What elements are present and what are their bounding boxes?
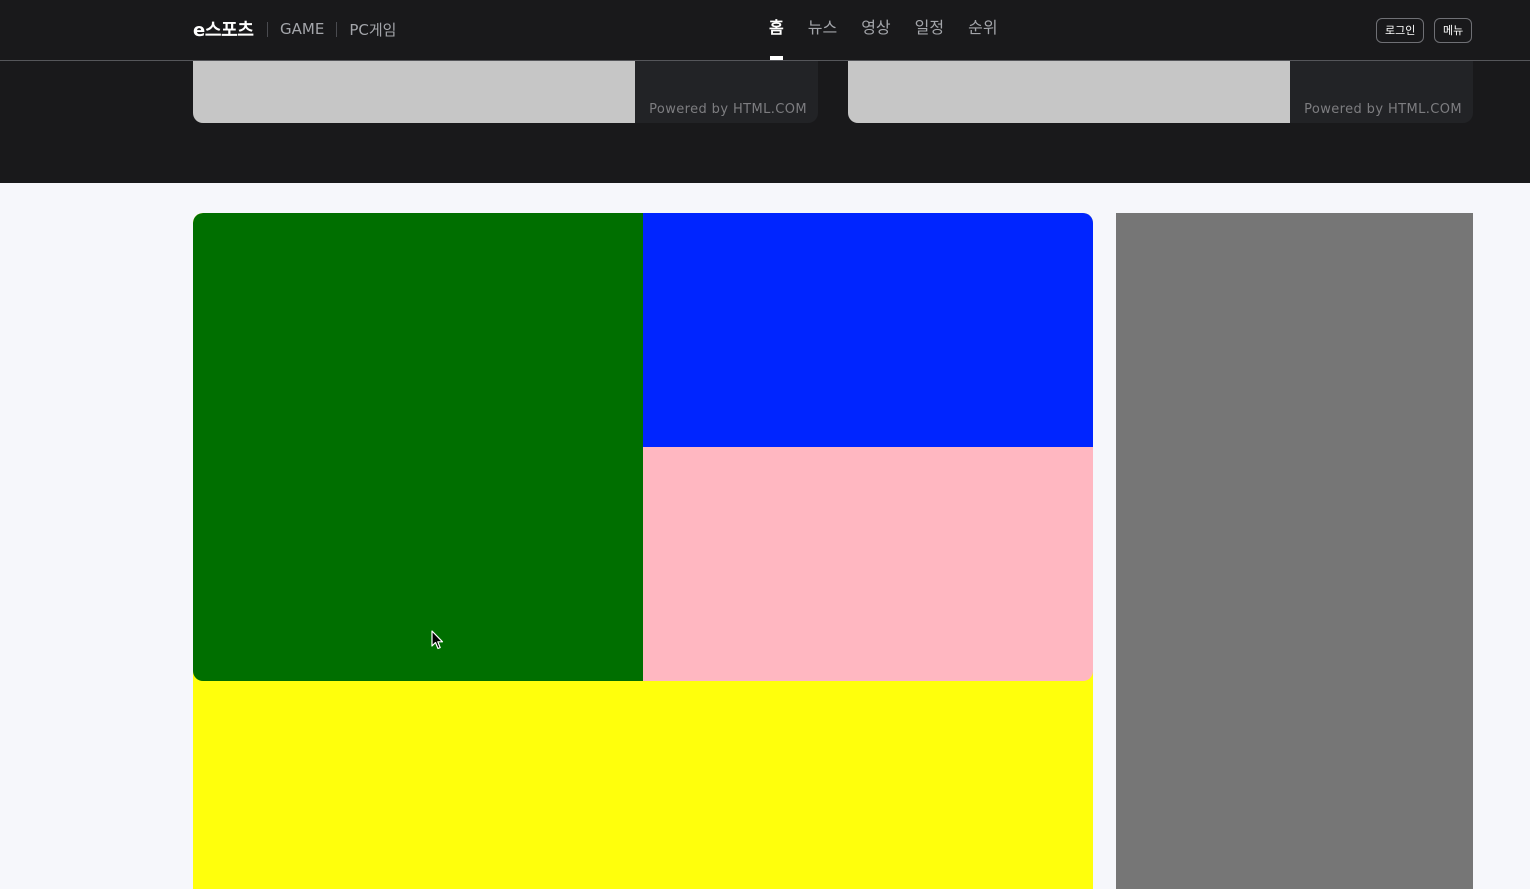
ad-powered-by: Powered by HTML.COM <box>649 102 807 117</box>
ad-banner-left[interactable]: Powered by HTML.COM <box>193 61 818 123</box>
nav-item-video[interactable]: 영상 <box>861 15 890 60</box>
ad-placeholder <box>848 61 1290 123</box>
ad-powered-by: Powered by HTML.COM <box>1304 102 1462 117</box>
nav-item-ranking[interactable]: 순위 <box>968 15 997 60</box>
main-feature-area <box>193 213 1093 889</box>
nav-item-news[interactable]: 뉴스 <box>808 15 837 60</box>
menu-button[interactable]: 메뉴 <box>1434 18 1473 43</box>
feature-tile-main[interactable] <box>193 213 643 681</box>
brand-logo[interactable]: e스포츠 <box>193 16 254 42</box>
mouse-cursor-icon <box>431 630 444 650</box>
sub-nav: GAME PC게임 <box>267 16 408 42</box>
subnav-divider <box>267 21 268 37</box>
subnav-item-game[interactable]: GAME <box>280 20 324 38</box>
main-nav: 홈 뉴스 영상 일정 순위 <box>769 15 998 60</box>
ad-banner-right[interactable]: Powered by HTML.COM <box>848 61 1473 123</box>
subnav-divider <box>336 21 338 37</box>
site-header: e스포츠 GAME PC게임 홈 뉴스 영상 일정 순위 로그인 메뉴 <box>0 0 1530 61</box>
sidebar-panel <box>1116 213 1473 889</box>
feature-tile-top-right[interactable] <box>643 213 1093 447</box>
nav-item-schedule[interactable]: 일정 <box>915 15 944 60</box>
feature-tile-bottom-right[interactable] <box>643 447 1093 681</box>
login-button[interactable]: 로그인 <box>1376 18 1425 43</box>
subnav-item-pc-game[interactable]: PC게임 <box>349 19 396 40</box>
ad-placeholder <box>193 61 635 123</box>
nav-item-home[interactable]: 홈 <box>769 15 784 60</box>
